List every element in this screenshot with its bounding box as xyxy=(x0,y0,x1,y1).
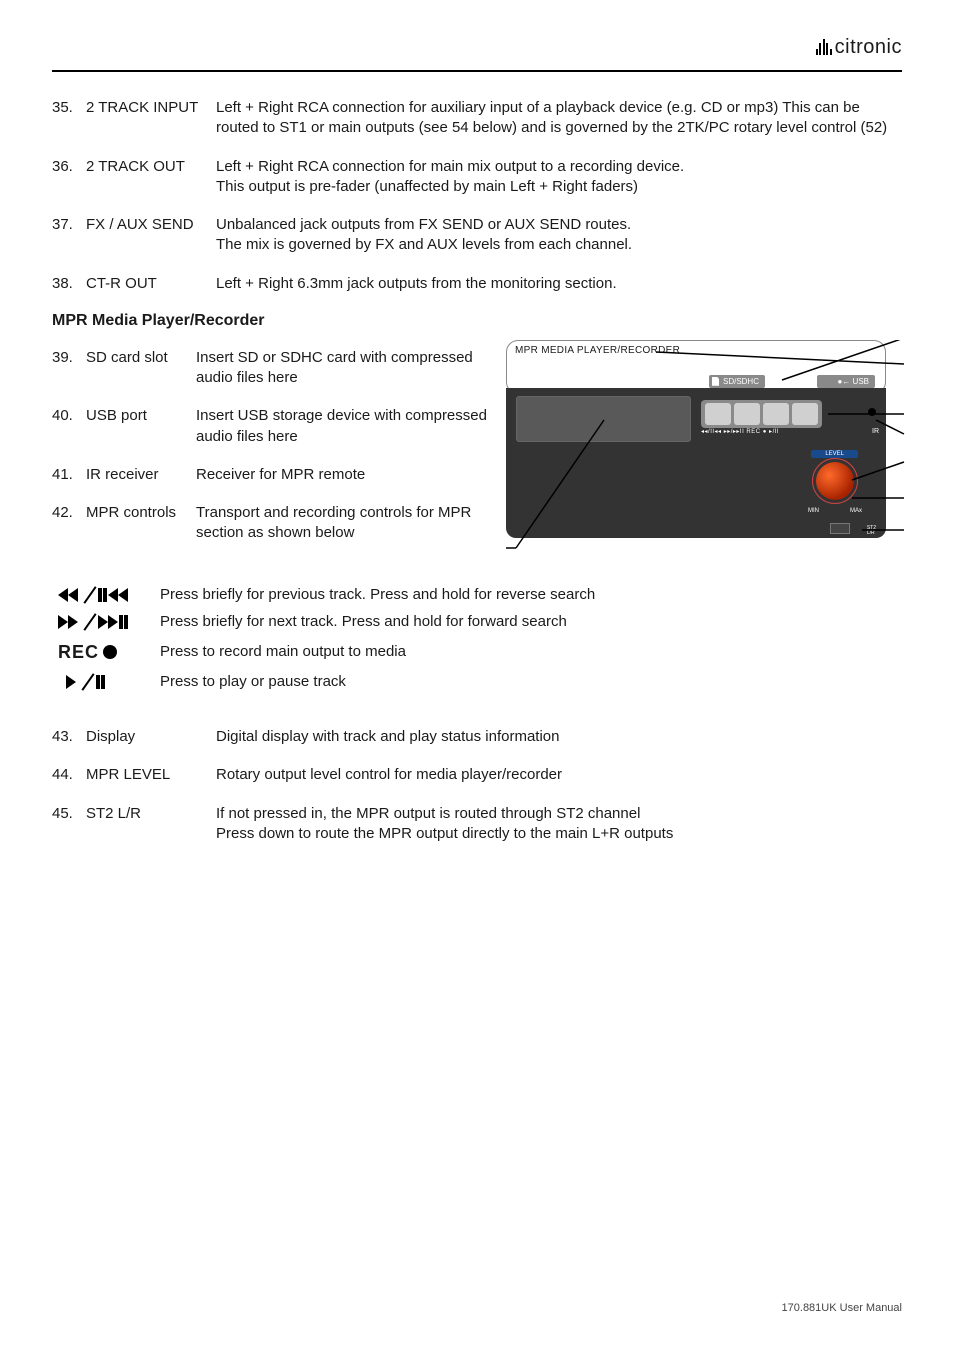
play-pause-icon xyxy=(52,675,160,689)
panel-upper: MPR MEDIA PLAYER/RECORDER SD/SDHC ●← USB xyxy=(506,340,886,394)
legend-next: Press briefly for next track. Press and … xyxy=(52,611,902,634)
panel-lower: ◂◂/II◂◂ ▸▸/▸▸II REC ● ▸/II IR LEVEL MINM… xyxy=(506,388,886,538)
item-37: 37. FX / AUX SEND Unbalanced jack output… xyxy=(52,215,902,256)
legend-rec: REC Press to record main output to media xyxy=(52,639,902,666)
btn-prev xyxy=(705,403,731,425)
section-title: MPR Media Player/Recorder xyxy=(52,312,902,330)
item-44: 44. MPR LEVEL Rotary output level contro… xyxy=(52,765,902,785)
level-knob xyxy=(816,462,854,500)
btn-rec xyxy=(763,403,789,425)
transport-buttons xyxy=(701,400,822,428)
legend-prev: Press briefly for previous track. Press … xyxy=(52,584,902,607)
legend-play: Press to play or pause track xyxy=(52,671,902,694)
item-43: 43. Display Digital display with track a… xyxy=(52,727,902,747)
bottom-item-list: 43. Display Digital display with track a… xyxy=(52,727,902,844)
header-divider xyxy=(52,70,902,72)
mpr-diagram: MPR MEDIA PLAYER/RECORDER SD/SDHC ●← USB… xyxy=(506,340,954,538)
top-item-list: 35. 2 TRACK INPUT Left + Right RCA conne… xyxy=(52,98,902,294)
item-36: 36. 2 TRACK OUT Left + Right RCA connect… xyxy=(52,157,902,198)
record-icon: REC xyxy=(52,639,160,666)
usb-port-label: ●← USB xyxy=(817,375,875,388)
route-switch xyxy=(830,523,850,534)
item-45: 45. ST2 L/R If not pressed in, the MPR o… xyxy=(52,804,902,845)
btn-labels: ◂◂/II◂◂ ▸▸/▸▸II REC ● ▸/II xyxy=(701,428,779,435)
item-39: 39. SD card slot Insert SD or SDHC card … xyxy=(52,348,492,389)
transport-legend: Press briefly for previous track. Press … xyxy=(52,584,902,694)
sd-slot-label: SD/SDHC xyxy=(709,375,765,388)
min-max: MINMAx xyxy=(808,508,862,514)
prev-track-icon xyxy=(52,588,160,602)
btn-next xyxy=(734,403,760,425)
header: citronic xyxy=(52,34,902,60)
ir-label: IR xyxy=(872,428,879,435)
lcd-display xyxy=(516,396,691,442)
next-track-icon xyxy=(52,615,160,629)
level-label: LEVEL xyxy=(811,450,858,458)
item-42: 42. MPR controls Transport and recording… xyxy=(52,503,492,544)
item-40: 40. USB port Insert USB storage device w… xyxy=(52,406,492,447)
item-35: 35. 2 TRACK INPUT Left + Right RCA conne… xyxy=(52,98,902,139)
btn-play xyxy=(792,403,818,425)
two-column-section: 39. SD card slot Insert SD or SDHC card … xyxy=(52,348,902,544)
logo-bars-icon xyxy=(816,39,832,55)
brand-logo: citronic xyxy=(816,36,902,59)
panel-title: MPR MEDIA PLAYER/RECORDER xyxy=(515,345,680,356)
brand-text: citronic xyxy=(835,36,902,59)
footer-text: 170.881UK User Manual xyxy=(782,1302,902,1314)
item-38: 38. CT-R OUT Left + Right 6.3mm jack out… xyxy=(52,274,902,294)
route-st2-lr: ST2L/R xyxy=(867,526,876,536)
left-items: 39. SD card slot Insert SD or SDHC card … xyxy=(52,348,492,544)
item-41: 41. IR receiver Receiver for MPR remote xyxy=(52,465,492,485)
ir-receiver-icon xyxy=(868,408,876,416)
